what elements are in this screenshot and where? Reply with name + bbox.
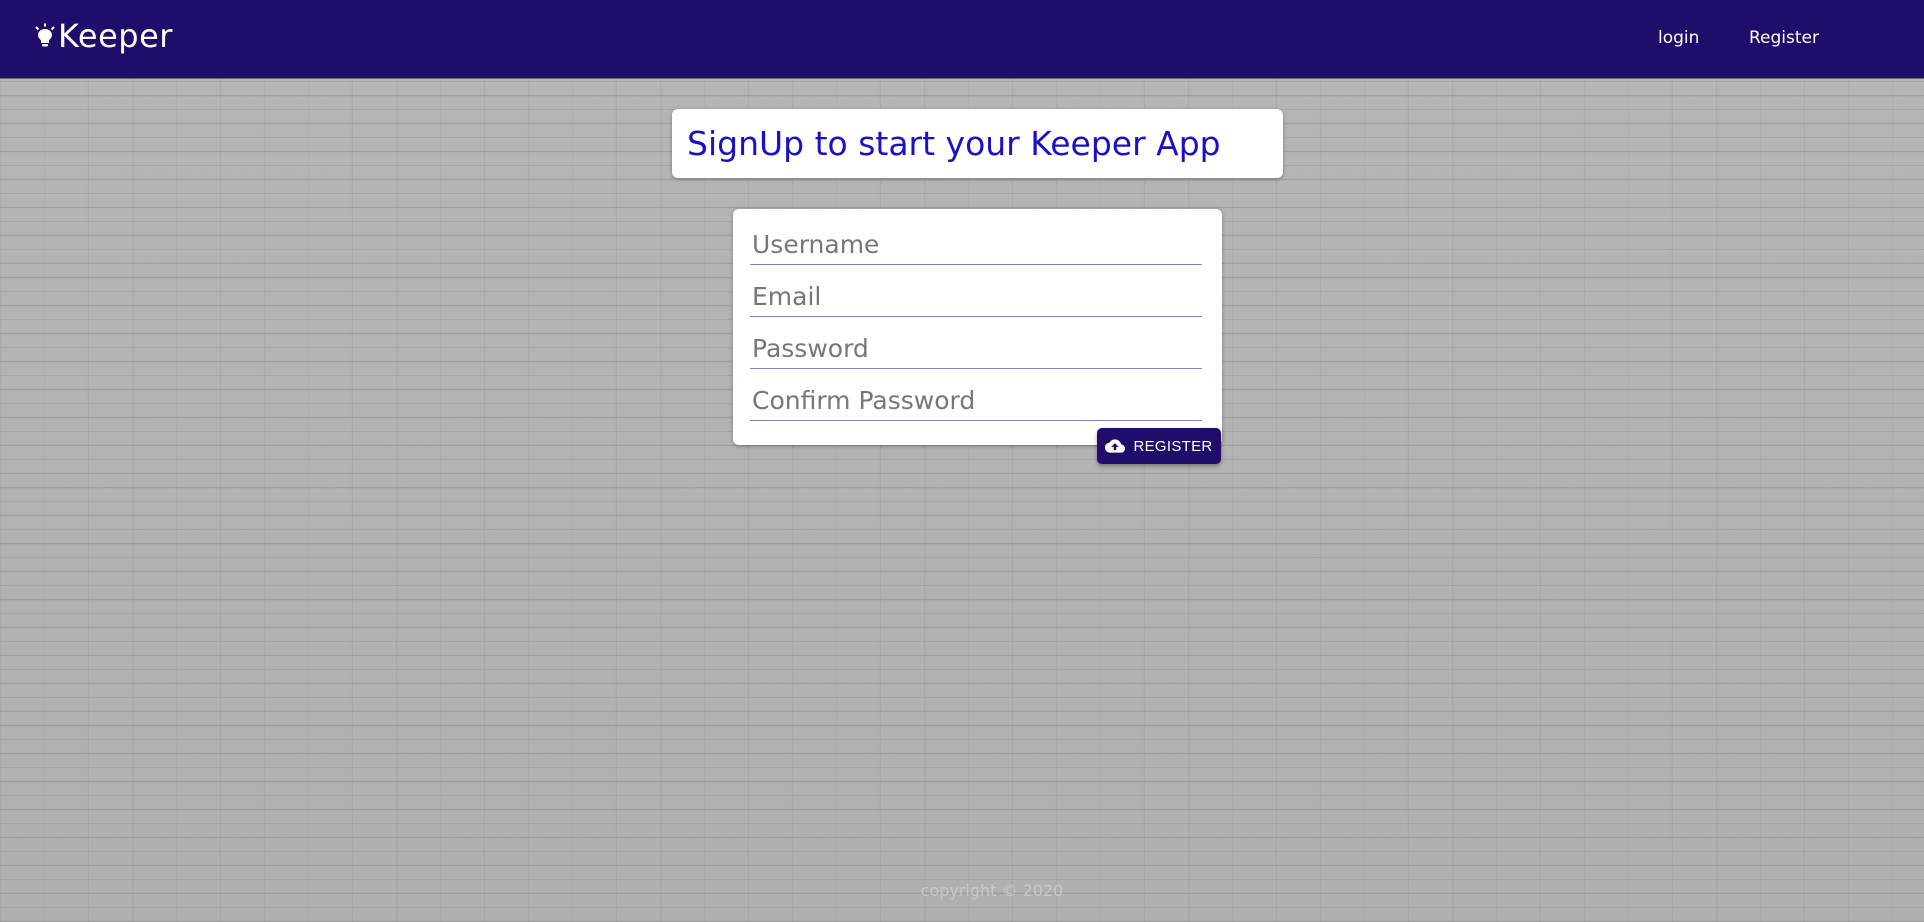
username-input[interactable] — [750, 225, 1202, 265]
nav-login-link[interactable]: login — [1658, 28, 1699, 48]
lightbulb-icon — [35, 23, 55, 47]
password-input[interactable] — [750, 329, 1202, 369]
footer: copyright © 2020 — [920, 881, 1064, 900]
cloud-upload-icon — [1105, 439, 1126, 453]
confirm-password-input[interactable] — [750, 381, 1202, 421]
brand-name: Keeper — [58, 17, 173, 55]
title-card: SignUp to start your Keeper App — [672, 109, 1283, 178]
brand[interactable]: Keeper — [34, 20, 173, 52]
nav-register-link[interactable]: Register — [1749, 28, 1819, 48]
register-button[interactable]: REGISTER — [1097, 428, 1221, 464]
email-input[interactable] — [750, 277, 1202, 317]
page-title: SignUp to start your Keeper App — [687, 124, 1221, 163]
navbar: Keeper login Register — [0, 0, 1924, 79]
signup-form — [733, 209, 1222, 445]
register-button-label: REGISTER — [1133, 437, 1213, 455]
